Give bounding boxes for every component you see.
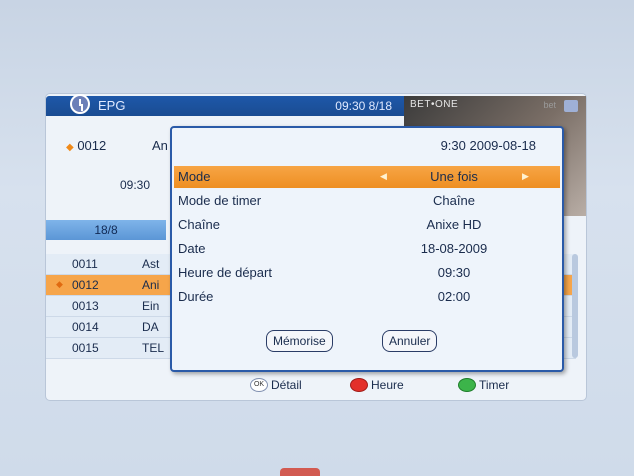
save-button[interactable]: Mémorise <box>266 330 333 352</box>
selection-arrow-icon: ◆ <box>66 142 74 153</box>
current-channel-number: ◆ 0012 <box>66 138 106 153</box>
field-channel-label: Chaîne <box>178 217 220 232</box>
field-start-time-value: 09:30 <box>437 265 471 280</box>
current-program-time: 09:30 <box>120 178 151 192</box>
channel-name: Ein <box>142 299 160 313</box>
field-mode-label: Mode <box>178 169 211 184</box>
clock-icon <box>70 94 90 114</box>
field-duration-value: 02:00 <box>437 289 471 304</box>
arrow-left-icon[interactable]: ◀ <box>380 171 387 182</box>
channel-name: DA <box>142 320 159 334</box>
field-date[interactable]: Date 18-08-2009 <box>174 238 560 260</box>
channel-number: 0015 <box>72 341 99 355</box>
field-timer-mode-value: Chaîne <box>433 193 475 208</box>
channel-number: 0011 <box>72 257 98 271</box>
channel-number: 0012 <box>72 278 99 292</box>
timer-key[interactable]: Timer <box>458 378 509 392</box>
field-mode-value: Une fois <box>430 169 478 184</box>
current-channel-name: An <box>152 138 168 153</box>
detail-key[interactable]: OK Détail <box>250 378 302 392</box>
channel-logo-faint: bet <box>543 100 556 110</box>
timer-label: Timer <box>479 378 510 392</box>
epg-title: EPG <box>98 98 126 113</box>
field-mode[interactable]: Mode ◀ Une fois ▶ <box>174 166 560 188</box>
footer-keys: OK Détail Heure Timer <box>46 376 586 396</box>
tv-led-indicator <box>280 468 320 476</box>
detail-label: Détail <box>271 378 302 392</box>
field-date-value: 18-08-2009 <box>420 241 488 256</box>
channel-logo: BET•ONE <box>410 99 459 110</box>
field-duration[interactable]: Durée 02:00 <box>174 286 560 308</box>
preview-badge-icon <box>564 100 578 112</box>
date-bar: 18/8 <box>46 220 166 240</box>
channel-number: 0013 <box>72 299 99 313</box>
epg-header-bar: EPG 09:30 8/18 <box>46 94 404 116</box>
field-start-time[interactable]: Heure de départ 09:30 <box>174 262 560 284</box>
arrow-right-icon[interactable]: ▶ <box>522 171 529 182</box>
channel-list-scrollbar[interactable] <box>572 254 578 358</box>
current-channel-number-text: 0012 <box>77 138 107 153</box>
field-channel[interactable]: Chaîne Anixe HD <box>174 214 560 236</box>
selection-arrow-icon: ◆ <box>56 279 63 289</box>
green-button-icon <box>458 378 476 392</box>
hour-key[interactable]: Heure <box>350 378 404 392</box>
field-start-time-label: Heure de départ <box>178 265 272 280</box>
channel-name: Ani <box>142 278 160 292</box>
channel-name: Ast <box>142 257 160 271</box>
field-duration-label: Durée <box>178 289 214 304</box>
channel-number: 0014 <box>72 320 99 334</box>
header-clock-date: 09:30 8/18 <box>335 99 392 113</box>
field-timer-mode-label: Mode de timer <box>178 193 262 208</box>
red-button-icon <box>350 378 368 392</box>
field-date-label: Date <box>178 241 206 256</box>
dialog-datetime: 9:30 2009-08-18 <box>440 138 536 153</box>
cancel-button[interactable]: Annuler <box>382 330 438 352</box>
channel-name: TEL <box>142 341 165 355</box>
hour-label: Heure <box>371 378 404 392</box>
ok-button-icon: OK <box>250 378 268 392</box>
field-timer-mode[interactable]: Mode de timer Chaîne <box>174 190 560 212</box>
field-channel-value: Anixe HD <box>426 217 482 232</box>
timer-dialog: 9:30 2009-08-18 Mode ◀ Une fois ▶ Mode d… <box>170 126 564 372</box>
